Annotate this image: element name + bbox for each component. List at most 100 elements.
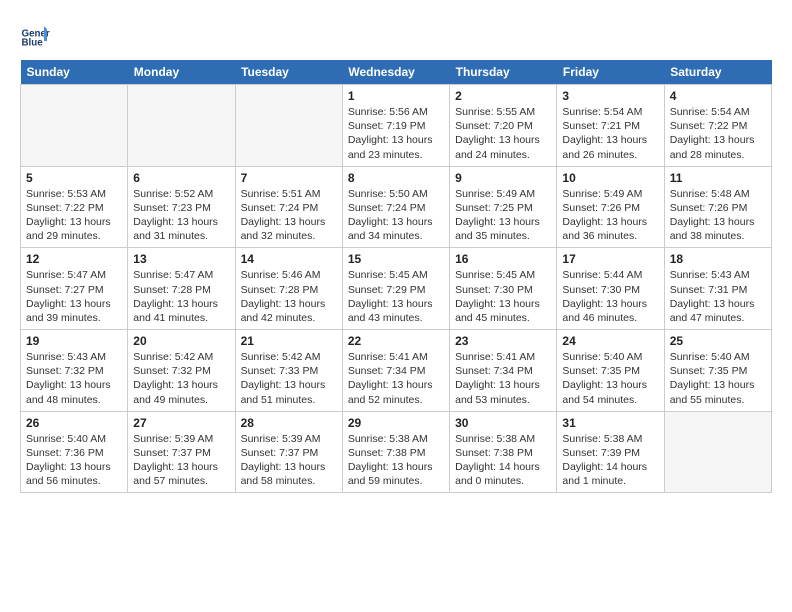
day-info: Sunrise: 5:41 AMSunset: 7:34 PMDaylight:…	[348, 350, 444, 407]
calendar-cell: 5 Sunrise: 5:53 AMSunset: 7:22 PMDaylight…	[21, 166, 128, 248]
day-info: Sunrise: 5:38 AMSunset: 7:38 PMDaylight:…	[348, 432, 444, 489]
day-number: 23	[455, 334, 551, 348]
calendar-cell: 3 Sunrise: 5:54 AMSunset: 7:21 PMDaylight…	[557, 85, 664, 167]
calendar-cell: 9 Sunrise: 5:49 AMSunset: 7:25 PMDaylight…	[450, 166, 557, 248]
calendar-cell: 28Sunrise: 5:39 AMSunset: 7:37 PMDayligh…	[235, 411, 342, 493]
day-number: 21	[241, 334, 337, 348]
day-info: Sunrise: 5:54 AMSunset: 7:21 PMDaylight:…	[562, 105, 658, 162]
calendar-cell: 6 Sunrise: 5:52 AMSunset: 7:23 PMDaylight…	[128, 166, 235, 248]
day-number: 26	[26, 416, 122, 430]
day-number: 1	[348, 89, 444, 103]
day-number: 2	[455, 89, 551, 103]
day-number: 5	[26, 171, 122, 185]
calendar-cell: 15Sunrise: 5:45 AMSunset: 7:29 PMDayligh…	[342, 248, 449, 330]
day-number: 10	[562, 171, 658, 185]
day-number: 13	[133, 252, 229, 266]
calendar-header-row: SundayMondayTuesdayWednesdayThursdayFrid…	[21, 60, 772, 85]
day-number: 29	[348, 416, 444, 430]
day-number: 7	[241, 171, 337, 185]
calendar-cell: 12 Sunrise: 5:47 AMSunset: 7:27 PMDayligh…	[21, 248, 128, 330]
calendar-cell: 20 Sunrise: 5:42 AMSunset: 7:32 PMDayligh…	[128, 330, 235, 412]
calendar-cell: 11 Sunrise: 5:48 AMSunset: 7:26 PMDayligh…	[664, 166, 771, 248]
day-info: Sunrise: 5:55 AMSunset: 7:20 PMDaylight:…	[455, 105, 551, 162]
day-info: Sunrise: 5:46 AMSunset: 7:28 PMDaylight:…	[241, 268, 337, 325]
calendar-cell: 10 Sunrise: 5:49 AMSunset: 7:26 PMDayligh…	[557, 166, 664, 248]
day-info: Sunrise: 5:39 AMSunset: 7:37 PMDaylight:…	[241, 432, 337, 489]
day-info: Sunrise: 5:48 AMSunset: 7:26 PMDaylight:…	[670, 187, 766, 244]
day-number: 20	[133, 334, 229, 348]
calendar-cell: 8 Sunrise: 5:50 AMSunset: 7:24 PMDaylight…	[342, 166, 449, 248]
calendar-cell: 30Sunrise: 5:38 AMSunset: 7:38 PMDayligh…	[450, 411, 557, 493]
day-info: Sunrise: 5:40 AMSunset: 7:36 PMDaylight:…	[26, 432, 122, 489]
day-number: 31	[562, 416, 658, 430]
day-info: Sunrise: 5:43 AMSunset: 7:31 PMDaylight:…	[670, 268, 766, 325]
day-header-monday: Monday	[128, 60, 235, 85]
day-number: 11	[670, 171, 766, 185]
calendar-cell: 22Sunrise: 5:41 AMSunset: 7:34 PMDayligh…	[342, 330, 449, 412]
calendar-cell: 21 Sunrise: 5:42 AMSunset: 7:33 PMDayligh…	[235, 330, 342, 412]
day-number: 6	[133, 171, 229, 185]
day-info: Sunrise: 5:43 AMSunset: 7:32 PMDaylight:…	[26, 350, 122, 407]
calendar-cell: 26 Sunrise: 5:40 AMSunset: 7:36 PMDayligh…	[21, 411, 128, 493]
calendar-cell: 31Sunrise: 5:38 AMSunset: 7:39 PMDayligh…	[557, 411, 664, 493]
day-info: Sunrise: 5:42 AMSunset: 7:32 PMDaylight:…	[133, 350, 229, 407]
calendar-cell: 25 Sunrise: 5:40 AMSunset: 7:35 PMDayligh…	[664, 330, 771, 412]
day-number: 4	[670, 89, 766, 103]
day-header-tuesday: Tuesday	[235, 60, 342, 85]
day-header-friday: Friday	[557, 60, 664, 85]
calendar-cell: 18 Sunrise: 5:43 AMSunset: 7:31 PMDayligh…	[664, 248, 771, 330]
day-header-saturday: Saturday	[664, 60, 771, 85]
day-info: Sunrise: 5:56 AMSunset: 7:19 PMDaylight:…	[348, 105, 444, 162]
calendar-cell: 19 Sunrise: 5:43 AMSunset: 7:32 PMDayligh…	[21, 330, 128, 412]
day-info: Sunrise: 5:40 AMSunset: 7:35 PMDaylight:…	[562, 350, 658, 407]
calendar-week-5: 26 Sunrise: 5:40 AMSunset: 7:36 PMDayligh…	[21, 411, 772, 493]
page-header: General Blue	[20, 20, 772, 50]
day-info: Sunrise: 5:51 AMSunset: 7:24 PMDaylight:…	[241, 187, 337, 244]
day-number: 17	[562, 252, 658, 266]
day-info: Sunrise: 5:44 AMSunset: 7:30 PMDaylight:…	[562, 268, 658, 325]
day-info: Sunrise: 5:49 AMSunset: 7:25 PMDaylight:…	[455, 187, 551, 244]
calendar-cell	[235, 85, 342, 167]
day-number: 24	[562, 334, 658, 348]
day-header-wednesday: Wednesday	[342, 60, 449, 85]
calendar-week-2: 5 Sunrise: 5:53 AMSunset: 7:22 PMDaylight…	[21, 166, 772, 248]
day-info: Sunrise: 5:47 AMSunset: 7:27 PMDaylight:…	[26, 268, 122, 325]
day-number: 8	[348, 171, 444, 185]
calendar-cell	[21, 85, 128, 167]
calendar-cell: 27 Sunrise: 5:39 AMSunset: 7:37 PMDayligh…	[128, 411, 235, 493]
day-number: 25	[670, 334, 766, 348]
calendar-cell	[128, 85, 235, 167]
day-info: Sunrise: 5:38 AMSunset: 7:38 PMDaylight:…	[455, 432, 551, 489]
day-info: Sunrise: 5:41 AMSunset: 7:34 PMDaylight:…	[455, 350, 551, 407]
calendar-cell: 4Sunrise: 5:54 AMSunset: 7:22 PMDaylight…	[664, 85, 771, 167]
day-info: Sunrise: 5:40 AMSunset: 7:35 PMDaylight:…	[670, 350, 766, 407]
day-info: Sunrise: 5:45 AMSunset: 7:30 PMDaylight:…	[455, 268, 551, 325]
day-info: Sunrise: 5:47 AMSunset: 7:28 PMDaylight:…	[133, 268, 229, 325]
day-header-thursday: Thursday	[450, 60, 557, 85]
day-number: 14	[241, 252, 337, 266]
calendar-week-4: 19 Sunrise: 5:43 AMSunset: 7:32 PMDayligh…	[21, 330, 772, 412]
day-info: Sunrise: 5:53 AMSunset: 7:22 PMDaylight:…	[26, 187, 122, 244]
calendar-cell: 1 Sunrise: 5:56 AMSunset: 7:19 PMDaylight…	[342, 85, 449, 167]
day-info: Sunrise: 5:50 AMSunset: 7:24 PMDaylight:…	[348, 187, 444, 244]
day-number: 27	[133, 416, 229, 430]
day-number: 18	[670, 252, 766, 266]
calendar-cell: 13 Sunrise: 5:47 AMSunset: 7:28 PMDayligh…	[128, 248, 235, 330]
day-info: Sunrise: 5:42 AMSunset: 7:33 PMDaylight:…	[241, 350, 337, 407]
calendar-cell: 7 Sunrise: 5:51 AMSunset: 7:24 PMDaylight…	[235, 166, 342, 248]
calendar-week-3: 12 Sunrise: 5:47 AMSunset: 7:27 PMDayligh…	[21, 248, 772, 330]
calendar-cell: 17 Sunrise: 5:44 AMSunset: 7:30 PMDayligh…	[557, 248, 664, 330]
day-info: Sunrise: 5:49 AMSunset: 7:26 PMDaylight:…	[562, 187, 658, 244]
day-info: Sunrise: 5:52 AMSunset: 7:23 PMDaylight:…	[133, 187, 229, 244]
day-number: 12	[26, 252, 122, 266]
calendar-week-1: 1 Sunrise: 5:56 AMSunset: 7:19 PMDaylight…	[21, 85, 772, 167]
day-number: 9	[455, 171, 551, 185]
calendar-cell: 29 Sunrise: 5:38 AMSunset: 7:38 PMDayligh…	[342, 411, 449, 493]
logo-icon: General Blue	[20, 20, 50, 50]
day-number: 16	[455, 252, 551, 266]
day-number: 15	[348, 252, 444, 266]
day-number: 3	[562, 89, 658, 103]
day-number: 19	[26, 334, 122, 348]
calendar-table: SundayMondayTuesdayWednesdayThursdayFrid…	[20, 60, 772, 493]
day-info: Sunrise: 5:39 AMSunset: 7:37 PMDaylight:…	[133, 432, 229, 489]
